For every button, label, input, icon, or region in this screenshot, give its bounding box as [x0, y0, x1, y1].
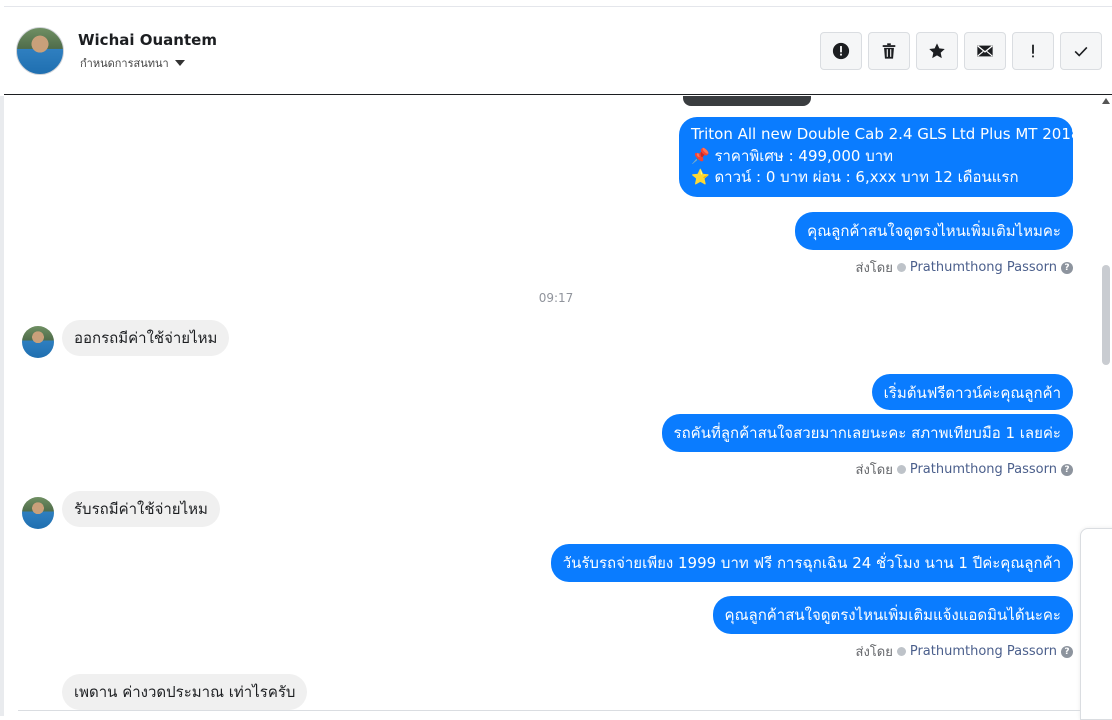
- important-button[interactable]: [1012, 32, 1054, 70]
- agent-status-icon: [896, 263, 906, 272]
- check-icon: [1074, 46, 1088, 57]
- mark-unread-button[interactable]: [964, 32, 1006, 70]
- message-bubble-outgoing[interactable]: วันรับรถจ่ายเพียง 1999 บาท ฟรี การฉุกเฉิ…: [550, 544, 1073, 582]
- sent-by-label: ส่งโดย: [855, 261, 893, 276]
- message-bubble-outgoing[interactable]: Triton All new Double Cab 2.4 GLS Ltd Pl…: [679, 117, 1081, 197]
- attached-image[interactable]: [683, 96, 811, 106]
- message-line: Triton All new Double Cab 2.4 GLS Ltd Pl…: [691, 125, 1081, 143]
- scroll-up-icon[interactable]: [1102, 98, 1110, 104]
- agent-status-icon: [896, 647, 906, 656]
- sent-by-name[interactable]: Prathumthong Passorn: [910, 462, 1057, 477]
- message-text: เพดาน ค่างวดประมาณ เท่าไรครับ: [74, 683, 296, 701]
- help-icon[interactable]: ?: [1061, 261, 1073, 274]
- sent-by-label: ส่งโดย: [855, 463, 893, 478]
- action-toolbar: [820, 32, 1102, 70]
- contact-name[interactable]: Wichai Ouantem: [78, 31, 217, 49]
- message-timestamp: 09:17: [538, 291, 574, 305]
- report-button[interactable]: [820, 32, 862, 70]
- conversation-settings-label: กำหนดการสนทนา: [80, 57, 169, 70]
- sent-by-label: ส่งโดย: [855, 645, 893, 660]
- scrollbar-thumb[interactable]: [1102, 265, 1110, 365]
- message-text: รับรถมีค่าใช้จ่ายไหม: [74, 500, 208, 518]
- message-text: ออกรถมีค่าใช้จ่ายไหม: [74, 329, 218, 347]
- message-bubble-outgoing[interactable]: คุณลูกค้าสนใจดูตรงไหนเพิ่มเติมไหมคะ: [795, 212, 1073, 250]
- message-bubble-incoming[interactable]: เพดาน ค่างวดประมาณ เท่าไรครับ: [62, 674, 308, 710]
- side-panel[interactable]: [1080, 528, 1112, 720]
- conversation-header: Wichai Ouantem กำหนดการสนทนา: [4, 6, 1112, 95]
- alert-icon: [832, 42, 850, 60]
- message-line: 📌 ราคาพิเศษ : 499,000 บาท: [691, 146, 894, 165]
- contact-avatar[interactable]: [16, 27, 64, 75]
- message-text: เริ่มต้นฟรีดาวน์ค่ะคุณลูกค้า: [883, 384, 1061, 402]
- message-bubble-outgoing[interactable]: คุณลูกค้าสนใจดูตรงไหนเพิ่มเติมแจ้งแอดมิน…: [712, 596, 1073, 634]
- message-line: ⭐ ดาวน์ : 0 บาท ผ่อน : 6,xxx บาท 12 เดือ…: [691, 168, 1019, 186]
- help-icon[interactable]: ?: [1061, 645, 1073, 658]
- done-button[interactable]: [1060, 32, 1102, 70]
- left-border: [0, 96, 4, 716]
- sent-by-info: ส่งโดย Prathumthong Passorn ?: [856, 257, 1073, 278]
- sent-by-info: ส่งโดย Prathumthong Passorn ?: [856, 459, 1073, 480]
- exclamation-icon: [1032, 44, 1034, 58]
- contact-avatar-small[interactable]: [22, 326, 54, 358]
- sent-by-name[interactable]: Prathumthong Passorn: [910, 260, 1057, 275]
- conversation-settings-dropdown[interactable]: กำหนดการสนทนา: [80, 54, 185, 72]
- caret-down-icon: [174, 60, 185, 66]
- sent-by-name[interactable]: Prathumthong Passorn: [910, 644, 1057, 659]
- message-bubble-outgoing[interactable]: เริ่มต้นฟรีดาวน์ค่ะคุณลูกค้า: [871, 374, 1073, 410]
- help-icon[interactable]: ?: [1061, 463, 1073, 476]
- trash-icon: [882, 43, 896, 59]
- sent-by-info: ส่งโดย Prathumthong Passorn ?: [856, 641, 1073, 662]
- message-text: วันรับรถจ่ายเพียง 1999 บาท ฟรี การฉุกเฉิ…: [562, 554, 1061, 572]
- message-bubble-outgoing[interactable]: รถคันที่ลูกค้าสนใจสวยมากเลยนะคะ สภาพเทีย…: [661, 414, 1073, 452]
- star-icon: [929, 43, 945, 59]
- agent-status-icon: [896, 465, 906, 474]
- message-text: คุณลูกค้าสนใจดูตรงไหนเพิ่มเติมแจ้งแอดมิน…: [724, 606, 1061, 624]
- message-bubble-incoming[interactable]: รับรถมีค่าใช้จ่ายไหม: [62, 491, 220, 527]
- message-text: คุณลูกค้าสนใจดูตรงไหนเพิ่มเติมไหมคะ: [807, 222, 1061, 240]
- contact-avatar-small[interactable]: [22, 497, 54, 529]
- envelope-icon: [977, 45, 993, 57]
- delete-button[interactable]: [868, 32, 910, 70]
- star-button[interactable]: [916, 32, 958, 70]
- message-bubble-incoming[interactable]: ออกรถมีค่าใช้จ่ายไหม: [62, 320, 230, 356]
- message-text: รถคันที่ลูกค้าสนใจสวยมากเลยนะคะ สภาพเทีย…: [673, 424, 1061, 442]
